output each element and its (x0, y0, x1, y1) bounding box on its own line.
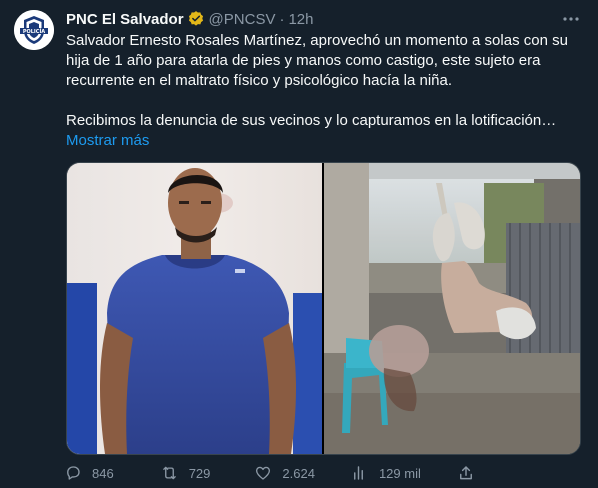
share-icon (459, 466, 472, 480)
display-name[interactable]: PNC El Salvador (66, 11, 184, 28)
tweet-paragraph-1: Salvador Ernesto Rosales Martínez, aprov… (66, 32, 568, 89)
retweet-count: 729 (188, 465, 211, 481)
views-button[interactable]: 129 mil (351, 464, 421, 482)
media-grid (66, 162, 581, 455)
more-options-icon[interactable] (560, 8, 582, 30)
retweet-icon (162, 466, 176, 480)
retweet-button[interactable]: 729 (160, 464, 211, 482)
action-bar: 846 729 2.624 129 mil (66, 462, 586, 484)
like-button[interactable]: 2.624 (254, 464, 315, 482)
police-badge-logo: POLICÍA (14, 10, 54, 50)
views-chart-icon (353, 466, 363, 480)
view-count: 129 mil (378, 465, 421, 481)
tweet-paragraph-2: Recibimos la denuncia de sus vecinos y l… (66, 111, 586, 151)
tweet-text: Salvador Ernesto Rosales Martínez, aprov… (66, 31, 586, 151)
separator-dot: · (279, 10, 285, 28)
tweet-header: PNC El Salvador @PNCSV · 12h (66, 9, 314, 29)
handle[interactable]: @PNCSV (209, 11, 276, 28)
like-count: 2.624 (282, 465, 315, 481)
verified-badge-icon[interactable] (187, 10, 205, 28)
avatar[interactable]: POLICÍA (14, 10, 54, 50)
reply-icon (67, 466, 80, 480)
heart-icon (256, 466, 271, 480)
avatar-text: POLICÍA (23, 27, 45, 35)
reply-count: 846 (92, 465, 114, 481)
timestamp[interactable]: 12h (288, 11, 313, 28)
share-button[interactable] (457, 464, 475, 482)
show-more-link[interactable]: Mostrar más (66, 132, 149, 149)
reply-button[interactable]: 846 (64, 464, 114, 482)
photo-victim-scene[interactable] (324, 163, 580, 454)
tweet[interactable]: POLICÍA PNC El Salvador @PNCSV · 12h Sal… (0, 0, 598, 488)
tweet-paragraph-2-text: Recibimos la denuncia de sus vecinos y l… (66, 112, 557, 129)
photo-suspect[interactable] (67, 163, 322, 454)
